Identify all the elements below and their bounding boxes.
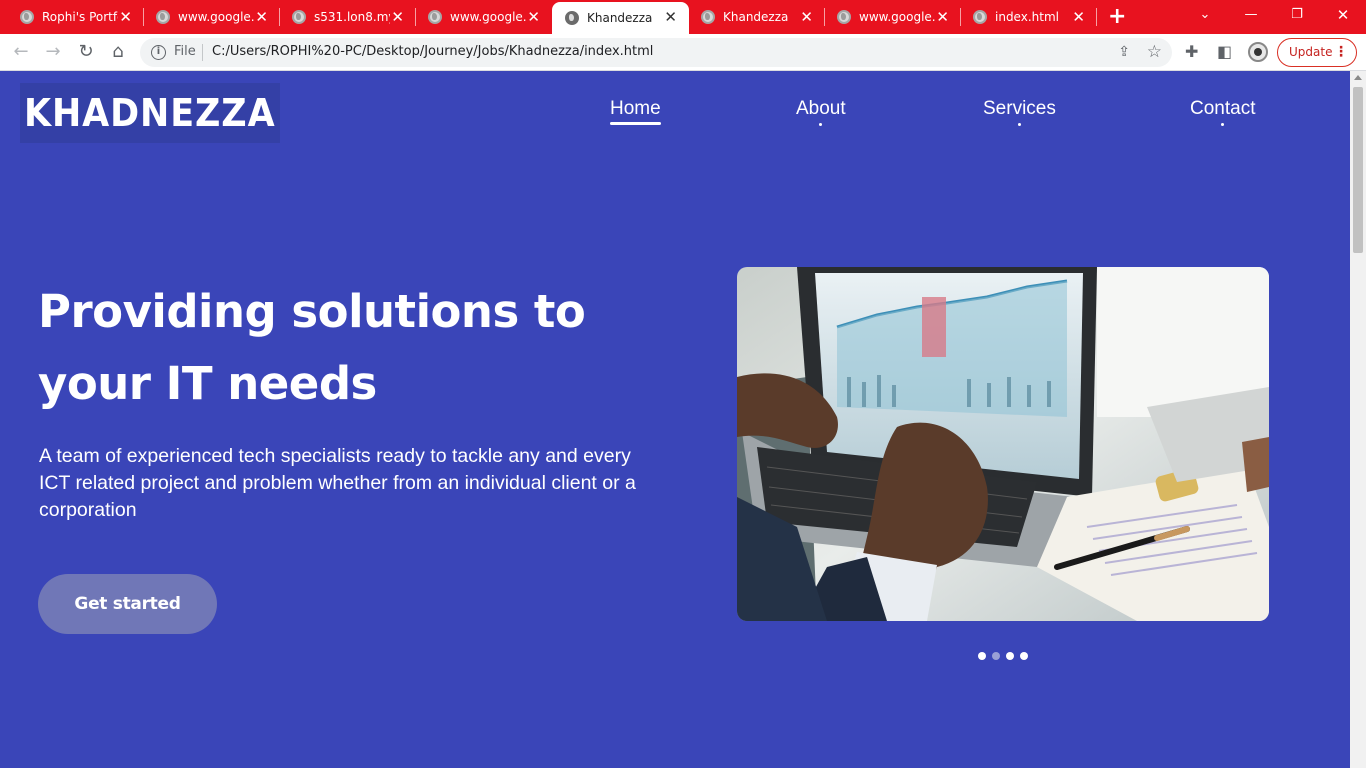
browser-tab[interactable]: s531.lon8.mysecurecloudhost.com ✕ [272, 0, 416, 34]
globe-icon [837, 10, 851, 24]
omnibox-divider [202, 44, 203, 61]
tab-title: Rophi's Portfolio [42, 10, 118, 24]
update-label: Update [1289, 45, 1333, 59]
close-icon[interactable]: ✕ [527, 9, 540, 25]
close-icon[interactable]: ✕ [391, 9, 404, 25]
scrollbar-thumb[interactable] [1353, 87, 1363, 253]
tab-title: www.google.com [450, 10, 526, 24]
globe-icon [428, 10, 442, 24]
nav-link-about[interactable]: About [796, 98, 846, 126]
close-icon[interactable]: ✕ [800, 9, 813, 25]
close-icon[interactable]: ✕ [255, 9, 268, 25]
active-underline [610, 122, 661, 125]
profile-avatar-icon[interactable] [1248, 42, 1268, 62]
close-window-icon[interactable]: ✕ [1328, 5, 1358, 25]
get-started-button[interactable]: Get started [38, 574, 217, 634]
tab-title: Khandezza [723, 10, 789, 24]
close-icon[interactable]: ✕ [936, 9, 949, 25]
web-page: KHADNEZZA Home About Services Contact Pr… [0, 71, 1350, 768]
side-panel-icon[interactable]: ◧ [1217, 42, 1232, 62]
new-tab-button[interactable]: + [1108, 6, 1126, 28]
nav-label: Contact [1190, 98, 1256, 119]
info-icon[interactable]: i [151, 45, 166, 60]
carousel-dot[interactable] [978, 652, 986, 660]
carousel-dot-active[interactable] [992, 652, 1000, 660]
nav-dot [1221, 123, 1225, 126]
nav-dot [1017, 123, 1021, 126]
address-bar[interactable]: i File C:/Users/ROPHI%20-PC/Desktop/Jour… [140, 38, 1172, 67]
page-scrollbar[interactable] [1350, 71, 1366, 768]
nav-link-home[interactable]: Home [610, 98, 661, 125]
nav-link-contact[interactable]: Contact [1190, 98, 1256, 126]
browser-tab[interactable]: www.google.com ✕ [408, 0, 552, 34]
carousel-dot[interactable] [1006, 652, 1014, 660]
nav-label: About [796, 98, 846, 119]
browser-tab[interactable]: www.google.com ✕ [136, 0, 280, 34]
browser-tab[interactable]: Rophi's Portfolio ✕ [0, 0, 144, 34]
hero-subtitle: A team of experienced tech specialists r… [39, 445, 636, 521]
hero-title: Providing solutions to your IT needs [38, 276, 678, 420]
hero-image-laptop [737, 267, 1269, 621]
hero-title-line: Providing solutions to [38, 285, 586, 338]
browser-tab[interactable]: Khandezza ✕ [681, 0, 825, 34]
nav-link-services[interactable]: Services [983, 98, 1056, 126]
globe-icon [565, 11, 579, 25]
globe-icon [701, 10, 715, 24]
update-button[interactable]: Update ⋮ [1277, 38, 1357, 67]
close-icon[interactable]: ✕ [119, 9, 132, 25]
browser-tab[interactable]: www.google.com ✕ [817, 0, 961, 34]
globe-icon [973, 10, 987, 24]
hero-title-line: your IT needs [38, 357, 377, 410]
scheme-label: File [174, 44, 196, 59]
share-icon[interactable]: ⇪ [1118, 44, 1130, 60]
extensions-puzzle-icon[interactable]: ✚ [1185, 42, 1198, 62]
forward-arrow-icon[interactable]: → [42, 41, 64, 63]
logo-text: KHADNEZZA [24, 91, 276, 135]
browser-toolbar: ← → ↻ ⌂ i File C:/Users/ROPHI%20-PC/Desk… [0, 34, 1366, 71]
nav-label: Home [610, 98, 661, 119]
globe-icon [292, 10, 306, 24]
scroll-up-arrow-icon[interactable] [1354, 75, 1362, 80]
tab-title: index.html [995, 10, 1059, 24]
bookmark-star-icon[interactable]: ☆ [1147, 42, 1162, 62]
reload-icon[interactable]: ↻ [75, 41, 97, 63]
back-arrow-icon[interactable]: ← [10, 41, 32, 63]
kebab-menu-icon[interactable]: ⋮ [1334, 39, 1348, 66]
home-icon[interactable]: ⌂ [107, 41, 129, 63]
laptop-illustration [737, 267, 1269, 621]
tab-separator [1096, 8, 1097, 26]
url-text[interactable]: C:/Users/ROPHI%20-PC/Desktop/Journey/Job… [212, 44, 653, 59]
nav-label: Services [983, 98, 1056, 119]
globe-icon [156, 10, 170, 24]
tab-title: www.google.com [178, 10, 254, 24]
browser-tab-active[interactable]: Khandezza ✕ [552, 2, 689, 34]
close-icon[interactable]: ✕ [1072, 9, 1085, 25]
site-logo[interactable]: KHADNEZZA [20, 83, 280, 143]
minimize-icon[interactable]: — [1236, 5, 1266, 25]
tab-search-icon[interactable]: ⌄ [1190, 5, 1220, 25]
tab-title: www.google.com [859, 10, 935, 24]
carousel-dot[interactable] [1020, 652, 1028, 660]
restore-icon[interactable]: ❐ [1282, 5, 1312, 25]
browser-tab[interactable]: index.html ✕ [953, 0, 1097, 34]
tab-title: Khandezza [587, 11, 653, 25]
tab-title: s531.lon8.mysecurecloudhost.com [314, 10, 390, 24]
close-icon[interactable]: ✕ [664, 9, 677, 25]
nav-dot [819, 123, 823, 126]
globe-icon [20, 10, 34, 24]
tab-strip: Rophi's Portfolio ✕ www.google.com ✕ s53… [0, 0, 1366, 34]
